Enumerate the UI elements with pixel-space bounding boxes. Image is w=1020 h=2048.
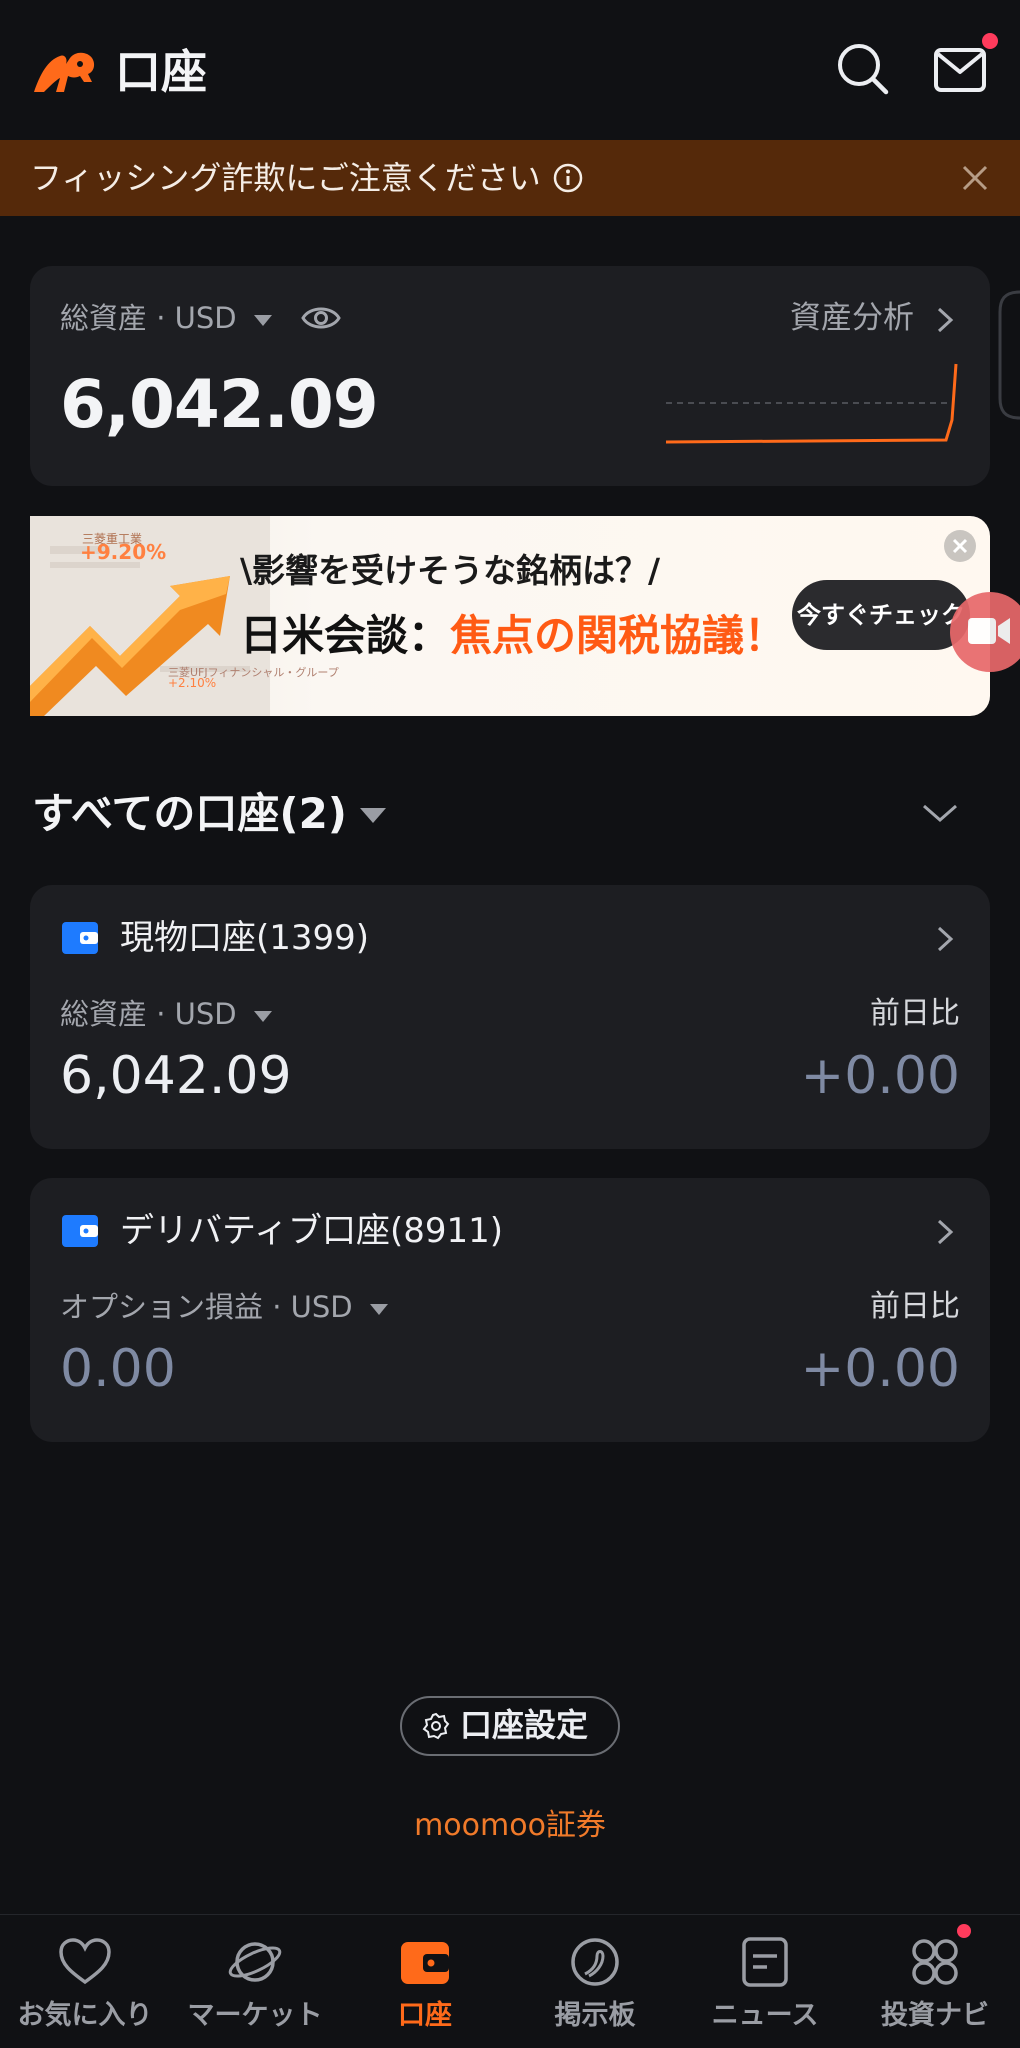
notification-badge: [982, 33, 998, 49]
account-name: 現物口座(1399): [120, 918, 370, 958]
nav-item-market[interactable]: マーケット: [170, 1914, 340, 2048]
chevron-down-icon[interactable]: [920, 798, 960, 828]
account-settings-label: 口座設定: [460, 1706, 589, 1744]
nav-item-account[interactable]: 口座: [340, 1914, 510, 2048]
chevron-right-icon: [937, 307, 954, 332]
nav-label: マーケット: [187, 2000, 323, 2031]
chevron-right-icon[interactable]: [934, 1217, 956, 1247]
side-handle[interactable]: [990, 290, 1020, 420]
day-change-value: +0.00: [800, 1339, 960, 1399]
news-icon: [742, 1937, 788, 1987]
grid-icon: [912, 1939, 958, 1985]
currency-dropdown-caret-icon: [253, 314, 272, 326]
page-title: 口座: [115, 45, 207, 99]
nav-item-news[interactable]: ニュース: [680, 1914, 850, 2048]
currency-dropdown-caret-icon: [369, 1303, 388, 1315]
ad-stock2-change: +2.10%: [168, 676, 217, 690]
total-assets-label[interactable]: 総資産 · USD: [60, 298, 272, 338]
ad-subtitle: \影響を受けそうな銘柄は？/: [240, 551, 661, 590]
asset-analysis-link[interactable]: 資産分析: [790, 296, 956, 340]
nav-label: 掲示板: [554, 2000, 636, 2031]
eye-icon[interactable]: [300, 302, 342, 334]
mail-icon[interactable]: [930, 42, 990, 98]
account-value-label[interactable]: オプション損益 · USD: [60, 1287, 388, 1327]
day-change-label: 前日比: [870, 1289, 960, 1324]
nav-label: ニュース: [711, 2000, 819, 2031]
wallet-icon: [62, 922, 98, 954]
wallet-icon: [401, 1942, 449, 1984]
nav-label: お気に入り: [17, 2000, 153, 2031]
video-camera-icon[interactable]: [950, 592, 1020, 672]
chevron-right-icon[interactable]: [934, 924, 956, 954]
warning-text: フィッシング詐欺にご注意ください: [30, 159, 541, 197]
notification-badge: [957, 1924, 971, 1938]
ad-cta-button[interactable]: 今すぐチェック: [792, 580, 970, 650]
ad-close-icon[interactable]: [944, 530, 976, 562]
moomoo-logo-icon: [34, 52, 95, 92]
nav-label: 投資ナビ: [881, 2000, 989, 2031]
ad-title-highlight: 焦点の関税協議！: [450, 611, 787, 660]
search-icon[interactable]: [832, 38, 892, 98]
ad-title: 日米会談：焦点の関税協議！: [240, 608, 786, 664]
brand-link[interactable]: moomoo証券: [0, 1806, 1020, 1846]
account-name: デリバティブ口座(8911): [120, 1211, 504, 1251]
heart-icon: [59, 1938, 111, 1985]
ad-title-main: 日米会談：: [240, 611, 451, 660]
currency-dropdown-caret-icon: [253, 1010, 272, 1022]
nav-item-board[interactable]: 掲示板: [510, 1914, 680, 2048]
nav-item-favorites[interactable]: お気に入り: [0, 1914, 170, 2048]
all-accounts-title[interactable]: すべての口座(2): [32, 784, 347, 844]
day-change-label: 前日比: [870, 996, 960, 1031]
ad-stock1-change: +9.20%: [80, 540, 167, 564]
info-icon[interactable]: [552, 162, 584, 194]
nav-item-invest-navi[interactable]: 投資ナビ: [850, 1914, 1020, 2048]
account-value: 6,042.09: [60, 1046, 292, 1106]
account-value-label[interactable]: 総資産 · USD: [60, 994, 272, 1034]
wallet-icon: [62, 1215, 98, 1247]
accounts-dropdown-caret-icon[interactable]: [360, 808, 386, 823]
close-icon[interactable]: [958, 161, 992, 195]
account-value: 0.00: [60, 1339, 176, 1399]
chat-swirl-icon: [571, 1938, 619, 1986]
gear-icon: [422, 1712, 450, 1740]
asset-sparkline: [665, 363, 958, 444]
day-change-value: +0.00: [800, 1046, 960, 1106]
planet-icon: [228, 1942, 282, 1982]
nav-label: 口座: [398, 2000, 452, 2031]
total-assets-value: 6,042.09: [60, 366, 379, 443]
